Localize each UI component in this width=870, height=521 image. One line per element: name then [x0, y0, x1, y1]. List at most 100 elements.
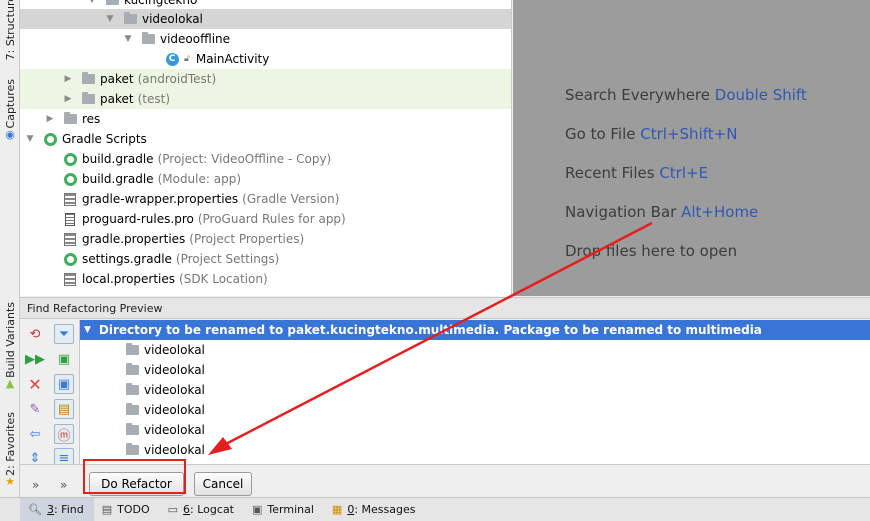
tree-row-build-gradle-module[interactable]: build.gradle (Module: app) [20, 169, 511, 189]
todo-icon: ▤ [101, 503, 113, 516]
tree-item-label: gradle-wrapper.properties [82, 192, 239, 206]
lock-icon: 🔓︎ [184, 54, 190, 64]
result-item[interactable]: videolokal [124, 440, 205, 460]
annotation-highlight-box [83, 459, 186, 494]
gradle-icon [62, 152, 78, 166]
result-item-label: videolokal [144, 383, 205, 397]
tab-todo[interactable]: ▤ TODO [94, 498, 160, 521]
folder-icon [124, 423, 140, 437]
captures-tab-label: Captures [3, 79, 17, 129]
tree-item-label: Gradle Scripts [62, 132, 147, 146]
tree-row-gradle-wrapper-properties[interactable]: gradle-wrapper.properties (Gradle Versio… [20, 189, 511, 209]
expand-all-icon[interactable]: ▶▶ [25, 349, 45, 369]
rerun-icon[interactable]: ⟲ [25, 324, 45, 344]
tree-item-hint: (test) [137, 92, 171, 106]
expanded-arrow-icon[interactable]: ▼ [86, 0, 98, 5]
project-tree: ▼ kucingtekno ▼ videolokal ▼ videoofflin… [20, 0, 512, 296]
tab-label: Terminal [267, 503, 314, 516]
tree-item-label: videolokal [142, 12, 203, 26]
results-header-row[interactable]: ▼ Directory to be renamed to paket.kucin… [80, 320, 870, 340]
find-panel-title: Find Refactoring Preview [27, 301, 163, 315]
result-item[interactable]: videolokal [124, 340, 205, 360]
tip-go-to-file: Go to File Ctrl+Shift+N [565, 125, 737, 143]
tree-item-hint: (androidTest) [137, 72, 217, 86]
tree-row-proguard-rules[interactable]: proguard-rules.pro (ProGuard Rules for a… [20, 209, 511, 229]
expanded-arrow-icon[interactable]: ▼ [104, 14, 116, 24]
group-by-directory-icon[interactable]: ▤ [54, 399, 74, 419]
result-item[interactable]: videolokal [124, 380, 205, 400]
bottom-tool-window-bar: 🔍︎ 3: Find ▤ TODO ▭ 6: Logcat ▣ Terminal… [0, 497, 870, 521]
tree-item-hint: (Project Settings) [175, 252, 280, 266]
tree-item-hint: (SDK Location) [179, 272, 268, 286]
group-by-module-icon[interactable]: ▣ [54, 374, 74, 394]
result-item-label: videolokal [144, 443, 205, 457]
collapsed-arrow-icon[interactable]: ▶ [44, 114, 56, 124]
collapsed-arrow-icon[interactable]: ▶ [62, 94, 74, 104]
more-actions-icon-2[interactable]: » [60, 478, 67, 492]
tree-row-settings-gradle[interactable]: settings.gradle (Project Settings) [20, 249, 511, 269]
tree-row-gradle-properties[interactable]: gradle.properties (Project Properties) [20, 229, 511, 249]
folder-icon [104, 0, 120, 7]
filter-icon[interactable]: ⏷ [54, 324, 74, 344]
close-icon[interactable]: ✕ [25, 374, 45, 394]
tree-row-build-gradle-project[interactable]: build.gradle (Project: VideoOffline - Co… [20, 149, 511, 169]
tree-row-local-properties[interactable]: local.properties (SDK Location) [20, 269, 511, 289]
properties-file-icon [62, 232, 78, 246]
build-variants-tab-label: Build Variants [3, 302, 17, 378]
tree-row-res[interactable]: ▶ res [20, 109, 511, 129]
result-item[interactable]: videolokal [124, 420, 205, 440]
tree-item-label: MainActivity [195, 52, 270, 66]
tab-logcat[interactable]: ▭ 6: Logcat [160, 498, 244, 521]
tip-text: Navigation Bar [565, 203, 677, 221]
tab-find[interactable]: 🔍︎ 3: Find [20, 497, 94, 521]
tab-messages[interactable]: ▦ 0: Messages [324, 498, 426, 521]
android-icon: ▲ [5, 376, 15, 390]
tree-item-hint: (Gradle Version) [242, 192, 340, 206]
tree-item-label: proguard-rules.pro [82, 212, 194, 226]
tab-terminal[interactable]: ▣ Terminal [244, 498, 324, 521]
expanded-arrow-icon[interactable]: ▼ [24, 134, 36, 144]
tab-mnemonic: 3 [46, 503, 54, 516]
tree-item-hint: (Project: VideoOffline - Copy) [157, 152, 332, 166]
messages-icon: ▦ [331, 503, 343, 516]
collapsed-arrow-icon[interactable]: ▶ [62, 74, 74, 84]
group-by-type-icon[interactable]: ▣ [54, 349, 74, 369]
tree-row-paket-androidtest[interactable]: ▶ paket (androidTest) [20, 69, 511, 89]
result-item[interactable]: videolokal [124, 400, 205, 420]
tree-item-hint: (Project Properties) [189, 232, 305, 246]
gradle-icon [62, 252, 78, 266]
tree-row-paket-test[interactable]: ▶ paket (test) [20, 89, 511, 109]
result-item-label: videolokal [144, 343, 205, 357]
tree-row-mainactivity[interactable]: C 🔓︎ MainActivity [20, 49, 511, 69]
tree-item-label: gradle.properties [82, 232, 186, 246]
tree-item-label: paket [100, 72, 134, 86]
tree-item-label: build.gradle [82, 152, 154, 166]
tree-item-label: settings.gradle [82, 252, 172, 266]
left-tool-strip: 7: Structure Captures ◉ Build Variants ▲… [0, 0, 20, 497]
cancel-button[interactable]: Cancel [194, 472, 252, 496]
expanded-arrow-icon[interactable]: ▼ [122, 34, 134, 44]
captures-tab[interactable]: Captures ◉ [2, 79, 18, 140]
structure-tab[interactable]: 7: Structure [2, 0, 18, 61]
tree-item-label: build.gradle [82, 172, 154, 186]
tip-shortcut: Ctrl+E [659, 164, 709, 182]
tab-mnemonic: 0 [347, 503, 355, 516]
tree-row-videooffline[interactable]: ▼ videooffline [20, 29, 511, 49]
tree-row-videolokal[interactable]: ▼ videolokal [20, 9, 511, 29]
group-by-method-icon[interactable]: ⓜ [54, 424, 74, 444]
build-variants-tab[interactable]: Build Variants ▲ [2, 300, 18, 392]
more-actions-icon[interactable]: » [32, 478, 39, 492]
result-item[interactable]: videolokal [124, 360, 205, 380]
tip-text: Drop files here to open [565, 242, 738, 260]
tree-row-gradle-scripts[interactable]: ▼ Gradle Scripts [20, 129, 511, 149]
pin-icon[interactable]: ✎ [25, 399, 45, 419]
expanded-arrow-icon[interactable]: ▼ [84, 325, 91, 335]
tip-navigation-bar: Navigation Bar Alt+Home [565, 203, 758, 221]
tree-item-label: videooffline [160, 32, 231, 46]
star-icon: ★ [5, 474, 15, 488]
favorites-tab[interactable]: 2: Favorites ★ [2, 410, 18, 490]
tree-item-label: kucingtekno [124, 0, 198, 7]
gradle-icon [62, 172, 78, 186]
folder-icon [124, 383, 140, 397]
previous-icon[interactable]: ⇦ [25, 424, 45, 444]
